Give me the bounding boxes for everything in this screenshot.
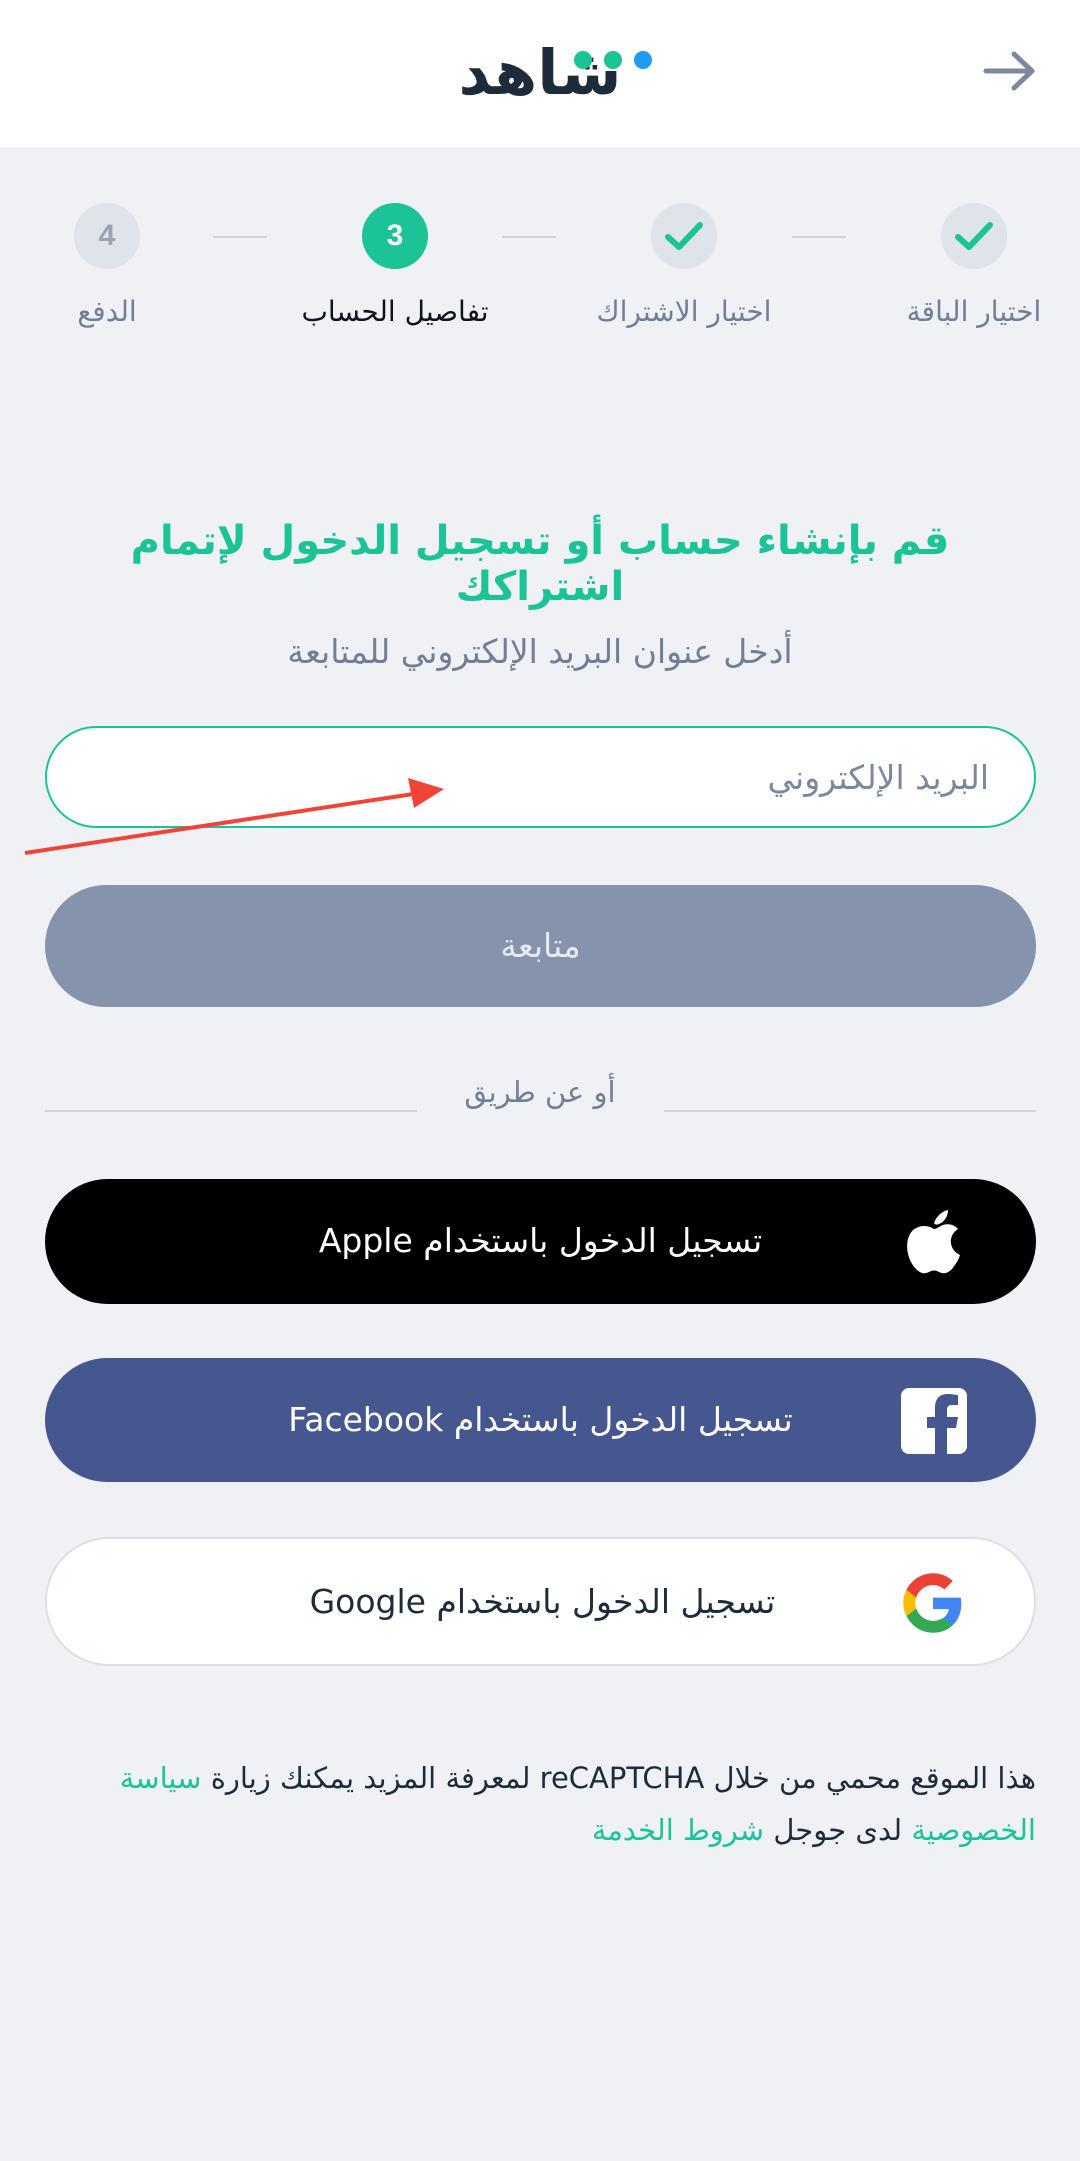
facebook-icon bbox=[901, 1388, 967, 1454]
divider-line-right bbox=[664, 1110, 1036, 1112]
apple-sign-in-button[interactable]: تسجيل الدخول باستخدام Apple bbox=[45, 1179, 1036, 1304]
step-number: 3 bbox=[362, 203, 428, 269]
step-number: 4 bbox=[74, 203, 140, 269]
step-account-details: 3 تفاصيل الحساب bbox=[275, 195, 515, 345]
page-title: قم بإنشاء حساب أو تسجيل الدخول لإتمام اش… bbox=[130, 518, 950, 610]
apple-sign-in-label: تسجيل الدخول باستخدام Apple bbox=[318, 1221, 763, 1260]
page: شاهد اختيار الباقة اختيار الاشتراك 3 تفا… bbox=[0, 0, 1080, 2161]
email-field[interactable] bbox=[45, 726, 1036, 828]
apple-icon bbox=[907, 1210, 960, 1274]
continue-button[interactable]: متابعة bbox=[45, 885, 1036, 1007]
divider-line-left bbox=[45, 1110, 417, 1112]
step-choose-subscription: اختيار الاشتراك bbox=[564, 195, 804, 345]
google-sign-in-label: تسجيل الدخول باستخدام Google bbox=[309, 1582, 776, 1621]
step-payment: 4 الدفع bbox=[0, 195, 227, 345]
step-label: الدفع bbox=[77, 295, 137, 328]
step-label: تفاصيل الحساب bbox=[301, 295, 489, 328]
check-icon bbox=[941, 203, 1007, 269]
facebook-sign-in-label: تسجيل الدخول باستخدام Facebook bbox=[288, 1400, 793, 1439]
page-subtitle: أدخل عنوان البريد الإلكتروني للمتابعة bbox=[287, 632, 793, 671]
shahid-logo[interactable]: شاهد bbox=[420, 38, 660, 108]
step-label: اختيار الاشتراك bbox=[596, 295, 772, 328]
step-choose-plan: اختيار الباقة bbox=[854, 195, 1080, 345]
back-arrow-icon[interactable] bbox=[980, 48, 1040, 94]
logo-dot-blue bbox=[634, 51, 652, 69]
facebook-sign-in-button[interactable]: تسجيل الدخول باستخدام Facebook bbox=[45, 1358, 1036, 1482]
progress-stepper: اختيار الباقة اختيار الاشتراك 3 تفاصيل ا… bbox=[0, 195, 1080, 345]
terms-of-service-link[interactable]: شروط الخدمة bbox=[592, 1813, 764, 1847]
recaptcha-text-google: لدى جوجل bbox=[773, 1813, 903, 1847]
header: شاهد bbox=[0, 0, 1080, 147]
recaptcha-notice: هذا الموقع محمي من خلال reCAPTCHA لمعرفة… bbox=[80, 1752, 1036, 1856]
divider-label: أو عن طريق bbox=[464, 1075, 616, 1109]
check-icon bbox=[651, 203, 717, 269]
logo-dot-green bbox=[574, 51, 592, 69]
logo-text: شاهد bbox=[458, 36, 622, 109]
recaptcha-text: هذا الموقع محمي من خلال reCAPTCHA لمعرفة… bbox=[210, 1761, 1036, 1795]
logo-dot-green-2 bbox=[604, 51, 622, 69]
google-sign-in-button[interactable]: تسجيل الدخول باستخدام Google bbox=[45, 1537, 1036, 1666]
google-icon bbox=[903, 1573, 962, 1633]
step-label: اختيار الباقة bbox=[906, 295, 1042, 328]
